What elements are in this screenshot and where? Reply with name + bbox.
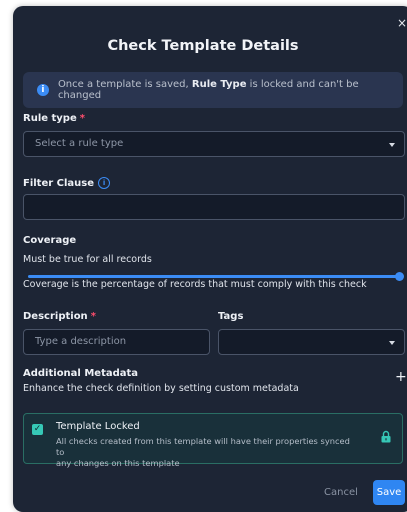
template-locked-checkbox[interactable]: ✓ (32, 424, 43, 435)
coverage-slider-thumb[interactable] (395, 272, 404, 281)
close-icon[interactable]: × (397, 17, 407, 29)
info-icon: i (37, 84, 49, 96)
banner-text: Once a template is saved, Rule Type is l… (57, 79, 359, 101)
coverage-help-text: Coverage is the percentage of records th… (23, 279, 367, 290)
metadata-help-text: Enhance the check definition by setting … (23, 383, 299, 394)
lock-icon (381, 430, 391, 443)
tags-select[interactable] (218, 329, 405, 355)
filter-clause-input[interactable] (23, 194, 405, 220)
coverage-value-text: Must be true for all records (23, 254, 152, 265)
filter-clause-label: Filter Clause i (23, 177, 111, 189)
coverage-label: Coverage (23, 235, 77, 246)
check-template-dialog: × Check Template Details i Once a templa… (13, 6, 407, 512)
additional-metadata-label: Additional Metadata (23, 368, 139, 379)
description-label: Description * (23, 311, 96, 322)
required-mark: * (79, 113, 85, 124)
save-button[interactable]: Save (373, 480, 405, 505)
chevron-down-icon (389, 341, 395, 345)
info-banner: i Once a template is saved, Rule Type is… (23, 72, 403, 108)
description-input[interactable]: Type a description (23, 329, 210, 355)
add-metadata-button[interactable]: + (395, 369, 407, 385)
cancel-button[interactable]: Cancel (324, 487, 358, 498)
dialog-title: Check Template Details (107, 38, 299, 54)
rule-type-placeholder: Select a rule type (35, 138, 124, 149)
description-placeholder: Type a description (35, 336, 127, 347)
tags-label: Tags (218, 311, 244, 322)
info-icon[interactable]: i (98, 177, 111, 189)
template-locked-title: Template Locked (56, 421, 140, 432)
rule-type-label: Rule type * (23, 113, 85, 124)
rule-type-select[interactable]: Select a rule type (23, 131, 405, 157)
chevron-down-icon (389, 143, 395, 147)
template-locked-description: All checks created from this template wi… (56, 436, 350, 468)
coverage-slider-track[interactable] (28, 275, 403, 278)
required-mark: * (90, 311, 96, 322)
